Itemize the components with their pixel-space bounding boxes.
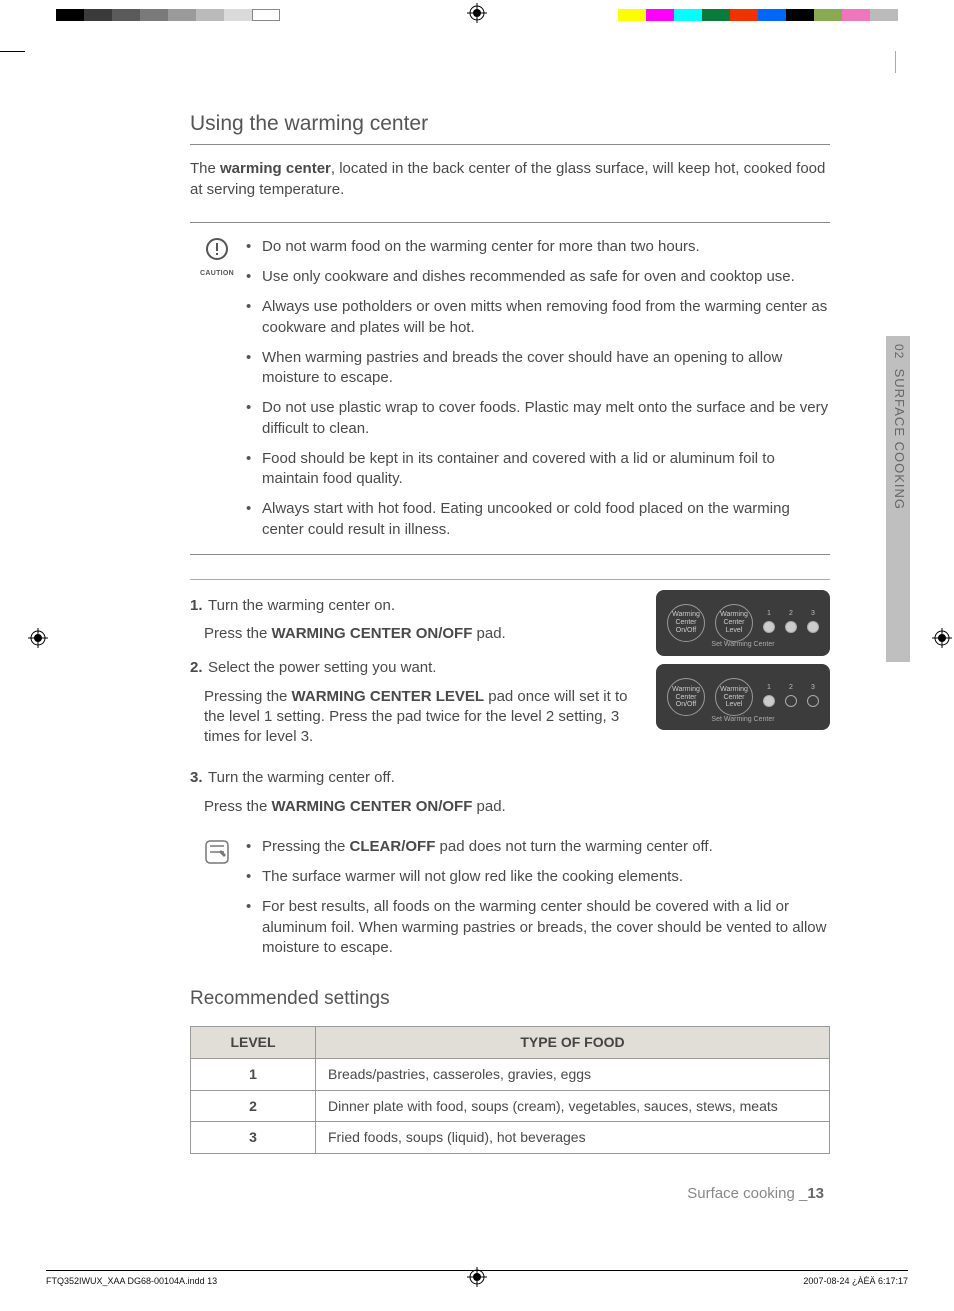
text: Press the <box>204 798 272 815</box>
text: Pressing the <box>204 688 292 705</box>
cell-type: Breads/pastries, casseroles, gravies, eg… <box>316 1058 830 1090</box>
panel-button-level: WarmingCenterLevel <box>715 678 753 716</box>
cell-level: 3 <box>191 1122 316 1154</box>
list-item: Food should be kept in its container and… <box>244 449 830 490</box>
panel-level-indicators <box>763 687 819 707</box>
text-bold: CLEAR/OFF <box>350 838 436 855</box>
intro-paragraph: The warming center, located in the back … <box>190 159 830 200</box>
indicator-1-icon <box>763 621 775 633</box>
footer-page-number: 13 <box>807 1185 824 1202</box>
print-slug-line: FTQ352IWUX_XAA DG68-00104A.indd 13 2007-… <box>46 1270 908 1287</box>
panel-button-level: WarmingCenterLevel <box>715 604 753 642</box>
control-panel-graphic-1: WarmingCenterOn/Off WarmingCenterLevel S… <box>656 590 830 656</box>
table-header-level: LEVEL <box>191 1026 316 1058</box>
section-tab: 02 SURFACE COOKING <box>886 336 910 662</box>
indicator-3-icon <box>807 695 819 707</box>
panel-button-onoff: WarmingCenterOn/Off <box>667 678 705 716</box>
text: The <box>190 160 220 177</box>
list-item: When warming pastries and breads the cov… <box>244 348 830 389</box>
table-row: 1 Breads/pastries, casseroles, gravies, … <box>191 1058 830 1090</box>
print-timestamp: 2007-08-24 ¿ÀÈÄ 6:17:17 <box>803 1275 908 1287</box>
text: pad. <box>472 625 505 642</box>
indicator-1-icon <box>763 695 775 707</box>
step-number: 2. <box>190 658 208 678</box>
step-detail: Press the WARMING CENTER ON/OFF pad. <box>190 797 830 817</box>
panel-sublabel: Set Warming Center <box>711 640 774 649</box>
list-item: For best results, all foods on the warmi… <box>244 897 830 958</box>
list-item: Always use potholders or oven mitts when… <box>244 297 830 338</box>
step-title: Turn the warming center off. <box>208 768 830 788</box>
cell-level: 2 <box>191 1090 316 1122</box>
registration-mark-right <box>932 628 952 648</box>
panel-level-indicators <box>763 613 819 633</box>
section-tab-number: 02 <box>892 344 906 359</box>
caution-icon <box>205 237 229 261</box>
step-3: 3. Turn the warming center off. Press th… <box>190 768 830 817</box>
recommended-table: LEVEL TYPE OF FOOD 1 Breads/pastries, ca… <box>190 1026 830 1155</box>
list-item: Pressing the CLEAR/OFF pad does not turn… <box>244 837 830 857</box>
table-row: 2 Dinner plate with food, soups (cream),… <box>191 1090 830 1122</box>
registration-mark-top <box>467 3 487 23</box>
cell-level: 1 <box>191 1058 316 1090</box>
footer-section-text: Surface cooking _ <box>687 1185 807 1202</box>
list-item: The surface warmer will not glow red lik… <box>244 867 830 887</box>
caution-callout: CAUTION Do not warm food on the warming … <box>190 222 830 555</box>
text-bold: WARMING CENTER ON/OFF <box>272 798 473 815</box>
printer-colorbar-left <box>56 7 280 19</box>
note-icon <box>204 839 230 865</box>
control-panel-graphic-2: WarmingCenterOn/Off WarmingCenterLevel S… <box>656 664 830 730</box>
page-footer-label: Surface cooking _13 <box>687 1184 824 1204</box>
registration-mark-left <box>28 628 48 648</box>
caution-icon-col: CAUTION <box>190 237 244 540</box>
recommended-heading: Recommended settings <box>190 986 830 1012</box>
step-1: 1. Turn the warming center on. Press the… <box>190 596 830 645</box>
text: Press the <box>204 625 272 642</box>
note-list: Pressing the CLEAR/OFF pad does not turn… <box>244 837 830 958</box>
steps-section: 1. Turn the warming center on. Press the… <box>190 579 830 817</box>
list-item: Do not warm food on the warming center f… <box>244 237 830 257</box>
text: Pressing the <box>262 838 350 855</box>
section-heading: Using the warming center <box>190 110 830 145</box>
text: pad does not turn the warming center off… <box>435 838 712 855</box>
step-2: 2. Select the power setting you want. Pr… <box>190 658 830 754</box>
indicator-3-icon <box>807 621 819 633</box>
table-row: 3 Fried foods, soups (liquid), hot bever… <box>191 1122 830 1154</box>
print-file-name: FTQ352IWUX_XAA DG68-00104A.indd 13 <box>46 1275 217 1287</box>
crop-mark <box>895 51 896 73</box>
panel-button-onoff: WarmingCenterOn/Off <box>667 604 705 642</box>
cell-type: Fried foods, soups (liquid), hot beverag… <box>316 1122 830 1154</box>
list-item: Do not use plastic wrap to cover foods. … <box>244 398 830 439</box>
cell-type: Dinner plate with food, soups (cream), v… <box>316 1090 830 1122</box>
text-bold: warming center <box>220 160 331 177</box>
section-tab-label: SURFACE COOKING <box>892 369 907 510</box>
panel-sublabel: Set Warming Center <box>711 715 774 724</box>
indicator-2-icon <box>785 695 797 707</box>
caution-list: Do not warm food on the warming center f… <box>244 237 830 540</box>
indicator-2-icon <box>785 621 797 633</box>
step-number: 3. <box>190 768 208 788</box>
note-callout: Pressing the CLEAR/OFF pad does not turn… <box>190 837 830 958</box>
crop-mark <box>0 51 25 52</box>
text-bold: WARMING CENTER LEVEL <box>292 688 485 705</box>
text-bold: WARMING CENTER ON/OFF <box>272 625 473 642</box>
table-header-type: TYPE OF FOOD <box>316 1026 830 1058</box>
page-content: Using the warming center The warming cen… <box>190 110 830 1154</box>
caution-label: CAUTION <box>190 269 244 278</box>
printer-colorbar-right <box>618 7 898 19</box>
list-item: Use only cookware and dishes recommended… <box>244 267 830 287</box>
text: pad. <box>472 798 505 815</box>
step-number: 1. <box>190 596 208 616</box>
list-item: Always start with hot food. Eating uncoo… <box>244 499 830 540</box>
note-icon-col <box>190 837 244 958</box>
